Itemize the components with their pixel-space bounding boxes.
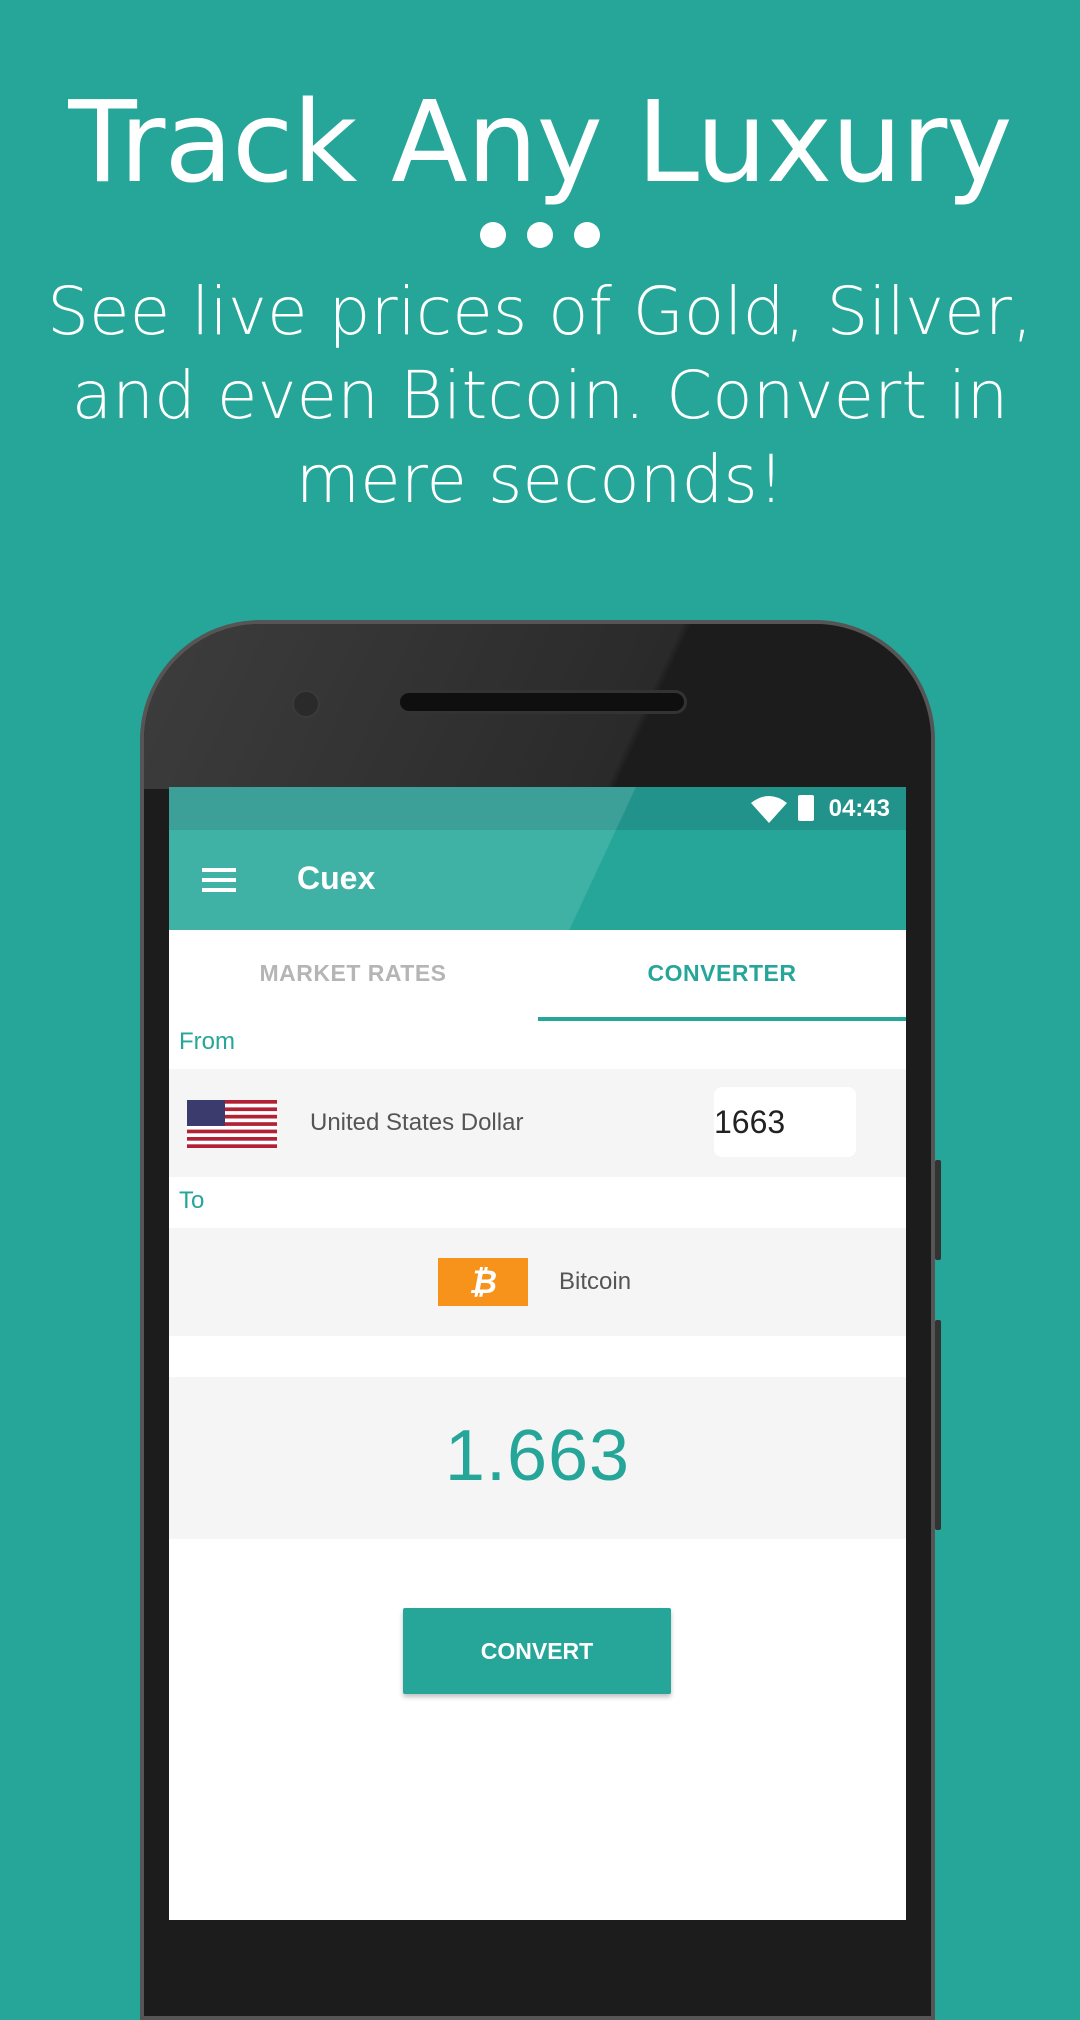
app-bar: Cuex bbox=[169, 830, 906, 930]
wifi-icon bbox=[751, 796, 787, 823]
to-currency-row[interactable]: ₿ Bitcoin bbox=[169, 1228, 906, 1336]
result-box: 1.663 bbox=[169, 1377, 906, 1539]
promo-subline: See live prices of Gold, Silver, and eve… bbox=[47, 273, 1033, 518]
to-label: To bbox=[179, 1187, 205, 1214]
tab-converter[interactable]: CONVERTER bbox=[538, 930, 906, 1017]
bitcoin-icon: ₿ bbox=[438, 1258, 528, 1306]
power-button bbox=[935, 1320, 941, 1530]
to-currency-name: Bitcoin bbox=[559, 1268, 632, 1295]
hamburger-menu-icon[interactable] bbox=[202, 868, 236, 892]
amount-input[interactable]: 1663 bbox=[714, 1087, 856, 1157]
from-currency-row[interactable]: United States Dollar 1663 bbox=[169, 1069, 906, 1177]
promo-headline: Track Any Luxury bbox=[68, 78, 1012, 208]
tab-market-rates[interactable]: MARKET RATES bbox=[169, 930, 537, 1017]
speaker-grill bbox=[397, 690, 687, 714]
from-label: From bbox=[179, 1028, 235, 1055]
volume-button bbox=[935, 1160, 941, 1260]
from-currency-name: United States Dollar bbox=[310, 1109, 524, 1136]
status-bar: 04:43 bbox=[169, 787, 906, 830]
app-screen: 04:43 Cuex MARKET RATES CONVERTER From U… bbox=[169, 787, 906, 1920]
convert-button[interactable]: CONVERT bbox=[403, 1608, 671, 1694]
result-value: 1.663 bbox=[444, 1416, 631, 1496]
tab-indicator bbox=[538, 1017, 906, 1021]
pagination-dots bbox=[480, 222, 600, 248]
us-flag-icon bbox=[187, 1100, 277, 1148]
tab-bar: MARKET RATES CONVERTER bbox=[169, 930, 906, 1017]
camera-icon bbox=[292, 690, 320, 718]
battery-icon bbox=[798, 795, 814, 821]
status-time: 04:43 bbox=[828, 795, 890, 822]
app-title: Cuex bbox=[297, 860, 376, 896]
